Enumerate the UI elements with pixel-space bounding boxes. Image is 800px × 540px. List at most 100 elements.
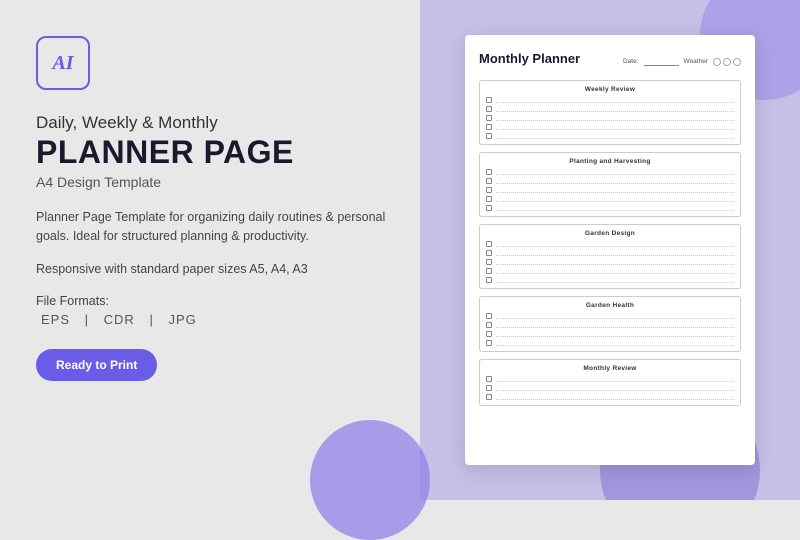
row-line [496,241,734,247]
row-line [496,376,734,382]
row-line [496,169,734,175]
table-row [486,241,734,247]
doc-header-right: Date: Weather [623,58,741,66]
section-rows-3 [486,313,734,346]
row-checkbox[interactable] [486,394,492,400]
row-checkbox[interactable] [486,259,492,265]
separator2: | [149,312,158,327]
table-row [486,133,734,139]
format-eps: EPS [41,312,70,327]
row-checkbox[interactable] [486,187,492,193]
row-line [496,205,734,211]
row-checkbox[interactable] [486,250,492,256]
date-value [644,58,679,66]
row-checkbox[interactable] [486,196,492,202]
row-line [496,268,734,274]
table-row [486,97,734,103]
row-checkbox[interactable] [486,169,492,175]
section-title-2: Garden Design [486,230,734,237]
section-rows-2 [486,241,734,283]
left-panel: AI Daily, Weekly & Monthly PLANNER PAGE … [0,0,420,500]
table-row [486,169,734,175]
weather-label: Weather [684,58,708,65]
table-row [486,196,734,202]
ai-logo: AI [36,36,90,90]
planner-section-3: Garden Health [479,296,741,352]
row-checkbox[interactable] [486,115,492,121]
document-preview: Monthly Planner Date: Weather Weekly Rev… [465,35,755,465]
table-row [486,331,734,337]
row-checkbox[interactable] [486,322,492,328]
planner-section-1: Planting and Harvesting [479,152,741,217]
row-checkbox[interactable] [486,331,492,337]
row-line [496,385,734,391]
row-checkbox[interactable] [486,241,492,247]
table-row [486,322,734,328]
row-checkbox[interactable] [486,340,492,346]
table-row [486,277,734,283]
table-row [486,376,734,382]
doc-header: Monthly Planner Date: Weather [479,51,741,70]
row-line [496,331,734,337]
section-title-3: Garden Health [486,302,734,309]
table-row [486,385,734,391]
row-checkbox[interactable] [486,106,492,112]
row-line [496,277,734,283]
row-checkbox[interactable] [486,313,492,319]
row-checkbox[interactable] [486,124,492,130]
row-checkbox[interactable] [486,385,492,391]
table-row [486,313,734,319]
row-line [496,259,734,265]
section-rows-4 [486,376,734,400]
format-cdr: CDR [104,312,135,327]
row-line [496,340,734,346]
ai-logo-text: AI [52,52,73,75]
row-line [496,187,734,193]
table-row [486,259,734,265]
description2: Responsive with standard paper sizes A5,… [36,260,390,279]
row-checkbox[interactable] [486,133,492,139]
description1: Planner Page Template for organizing dai… [36,208,390,247]
row-line [496,115,734,121]
row-line [496,196,734,202]
section-title-1: Planting and Harvesting [486,158,734,165]
decorative-circle-left [310,420,430,540]
row-line [496,178,734,184]
table-row [486,268,734,274]
separator1: | [85,312,94,327]
row-checkbox[interactable] [486,178,492,184]
table-row [486,178,734,184]
row-line [496,322,734,328]
row-checkbox[interactable] [486,268,492,274]
table-row [486,205,734,211]
right-panel: Monthly Planner Date: Weather Weekly Rev… [420,0,800,500]
section-title-4: Monthly Review [486,365,734,372]
weather-icon-3 [733,58,741,66]
row-line [496,97,734,103]
row-checkbox[interactable] [486,376,492,382]
section-rows-1 [486,169,734,211]
planner-section-0: Weekly Review [479,80,741,145]
date-label: Date: [623,58,639,65]
row-checkbox[interactable] [486,205,492,211]
row-line [496,124,734,130]
weather-icons [713,58,741,66]
formats-values: EPS | CDR | JPG [36,312,390,327]
table-row [486,340,734,346]
subtitle2: A4 Design Template [36,174,390,190]
row-line [496,133,734,139]
weather-icon-1 [713,58,721,66]
ready-to-print-button[interactable]: Ready to Print [36,349,157,381]
planner-section-2: Garden Design [479,224,741,289]
section-rows-0 [486,97,734,139]
row-line [496,394,734,400]
table-row [486,124,734,130]
table-row [486,250,734,256]
weather-icon-2 [723,58,731,66]
table-row [486,187,734,193]
row-checkbox[interactable] [486,97,492,103]
table-row [486,394,734,400]
main-title: PLANNER PAGE [36,136,390,170]
format-jpg: JPG [168,312,196,327]
row-checkbox[interactable] [486,277,492,283]
